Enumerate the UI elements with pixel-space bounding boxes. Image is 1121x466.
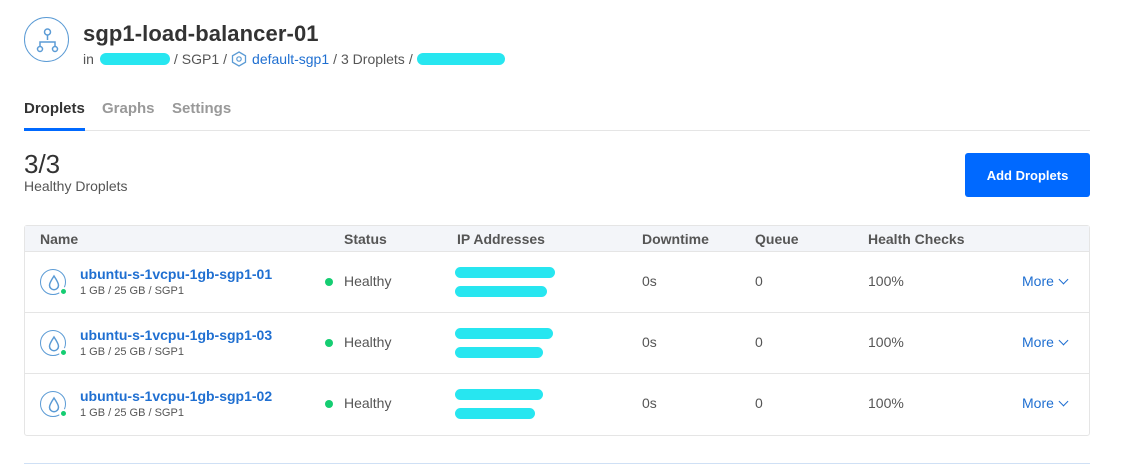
column-header-name: Name	[40, 231, 79, 247]
droplet-specs: 1 GB / 25 GB / SGP1	[80, 346, 184, 358]
droplet-icon	[40, 330, 68, 357]
healthy-count-label: Healthy Droplets	[24, 178, 128, 194]
breadcrumb-separator: /	[223, 51, 228, 67]
column-header-health-checks: Health Checks	[868, 231, 965, 247]
more-label: More	[1022, 273, 1054, 289]
status-healthy-dot	[325, 278, 333, 286]
breadcrumb: in / SGP1 / default-sgp1 / 3 Droplets /	[83, 51, 505, 67]
column-header-downtime: Downtime	[642, 231, 709, 247]
status-text: Healthy	[344, 334, 392, 350]
redacted-ip	[455, 328, 553, 339]
droplets-table: Name Status IP Addresses Downtime Queue …	[24, 225, 1090, 436]
redacted-ip	[455, 347, 543, 358]
redacted-ip	[455, 408, 535, 419]
status-healthy-dot	[325, 400, 333, 408]
droplet-specs: 1 GB / 25 GB / SGP1	[80, 407, 184, 419]
tab-settings[interactable]: Settings	[172, 100, 231, 117]
breadcrumb-prefix: in	[83, 51, 94, 67]
droplet-name-link[interactable]: ubuntu-s-1vcpu-1gb-sgp1-02	[80, 388, 272, 404]
droplet-name-link[interactable]: ubuntu-s-1vcpu-1gb-sgp1-03	[80, 327, 272, 343]
load-balancer-icon	[24, 17, 69, 62]
downtime-value: 0s	[642, 395, 657, 411]
breadcrumb-separator: /	[333, 51, 337, 67]
droplet-specs: 1 GB / 25 GB / SGP1	[80, 285, 184, 297]
droplet-icon	[40, 391, 68, 418]
more-menu-button[interactable]: More	[1022, 273, 1069, 289]
status-text: Healthy	[344, 273, 392, 289]
add-droplets-button[interactable]: Add Droplets	[965, 153, 1090, 197]
queue-value: 0	[755, 273, 763, 289]
redacted-ip	[455, 267, 555, 278]
health-checks-value: 100%	[868, 273, 904, 289]
vpc-icon	[231, 51, 247, 67]
breadcrumb-separator: /	[173, 51, 178, 67]
more-menu-button[interactable]: More	[1022, 395, 1069, 411]
status-healthy-dot	[325, 339, 333, 347]
tab-bar: Droplets Graphs Settings	[24, 100, 1090, 131]
table-header: Name Status IP Addresses Downtime Queue …	[25, 226, 1089, 252]
table-row: ubuntu-s-1vcpu-1gb-sgp1-01 1 GB / 25 GB …	[25, 252, 1089, 313]
droplet-name-link[interactable]: ubuntu-s-1vcpu-1gb-sgp1-01	[80, 266, 272, 282]
more-label: More	[1022, 334, 1054, 350]
column-header-status: Status	[344, 231, 387, 247]
health-checks-value: 100%	[868, 334, 904, 350]
chevron-down-icon	[1058, 274, 1069, 285]
online-indicator	[59, 409, 68, 418]
healthy-count: 3/3	[24, 149, 61, 179]
table-row: ubuntu-s-1vcpu-1gb-sgp1-02 1 GB / 25 GB …	[25, 374, 1089, 435]
breadcrumb-droplet-count: 3 Droplets	[341, 51, 405, 67]
droplet-icon	[40, 269, 68, 296]
queue-value: 0	[755, 334, 763, 350]
chevron-down-icon	[1058, 335, 1069, 346]
vpc-link[interactable]: default-sgp1	[252, 51, 329, 67]
more-label: More	[1022, 395, 1054, 411]
online-indicator	[59, 348, 68, 357]
queue-value: 0	[755, 395, 763, 411]
chevron-down-icon	[1058, 396, 1069, 407]
redacted-ip	[455, 389, 543, 400]
redacted-ip	[455, 286, 547, 297]
column-header-ip: IP Addresses	[457, 231, 545, 247]
tab-graphs[interactable]: Graphs	[102, 100, 155, 117]
column-header-queue: Queue	[755, 231, 799, 247]
health-checks-value: 100%	[868, 395, 904, 411]
more-menu-button[interactable]: More	[1022, 334, 1069, 350]
redacted-project	[99, 53, 170, 65]
table-row: ubuntu-s-1vcpu-1gb-sgp1-03 1 GB / 25 GB …	[25, 313, 1089, 374]
tab-droplets[interactable]: Droplets	[24, 100, 85, 131]
downtime-value: 0s	[642, 334, 657, 350]
breadcrumb-region: SGP1	[181, 51, 220, 67]
online-indicator	[59, 287, 68, 296]
breadcrumb-separator: /	[408, 51, 413, 67]
redacted-ip	[416, 53, 505, 65]
status-text: Healthy	[344, 395, 392, 411]
page-title: sgp1-load-balancer-01	[83, 21, 319, 46]
downtime-value: 0s	[642, 273, 657, 289]
